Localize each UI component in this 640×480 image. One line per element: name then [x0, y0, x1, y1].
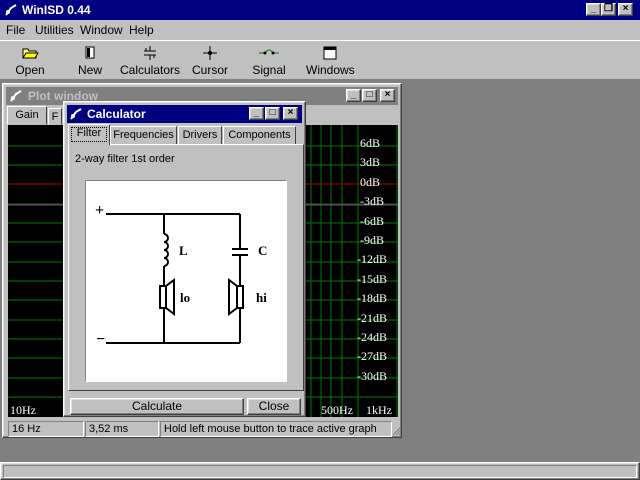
negative-terminal: −: [96, 331, 106, 348]
calculator-title: Calculator: [87, 107, 146, 121]
main-status-panel: [3, 465, 637, 478]
calculator-icon: [144, 46, 156, 60]
plot-close-button[interactable]: ×: [380, 89, 395, 102]
y-tick-label: -21dB: [357, 311, 387, 325]
app-icon: [5, 4, 17, 16]
close-button[interactable]: ×: [618, 3, 633, 16]
schematic-drawing: [106, 213, 248, 344]
restore-button[interactable]: ❐: [601, 3, 616, 16]
status-frequency: 16 Hz: [8, 421, 84, 437]
calc-close-button[interactable]: ×: [283, 107, 298, 120]
tab-gain[interactable]: Gain: [7, 106, 47, 125]
new-document-icon: [85, 46, 95, 59]
cursor-label: Cursor: [192, 63, 229, 77]
app-title: WinISD 0.44: [22, 3, 91, 17]
calculate-button[interactable]: Calculate: [70, 398, 244, 415]
high-driver-label: hi: [256, 290, 267, 305]
x-tick-label: 10Hz: [10, 403, 36, 417]
tab-f[interactable]: F: [48, 108, 62, 125]
app-title-bar: WinISD 0.44 _ ❐ ×: [0, 0, 640, 20]
window-icon: [323, 46, 337, 60]
y-tick-label: 0dB: [360, 175, 381, 189]
plot-minimize-button[interactable]: _: [346, 89, 361, 102]
plot-status-bar: 16 Hz 3,52 ms Hold left mouse button to …: [8, 421, 402, 437]
calculators-button[interactable]: Calculators: [120, 43, 180, 79]
y-tick-label: 3dB: [360, 155, 381, 169]
main-status-bar: [0, 462, 640, 480]
x-tick-label: 500Hz: [321, 403, 353, 417]
calc-maximize-button[interactable]: □: [265, 107, 280, 120]
tab-filter[interactable]: Filter: [68, 124, 110, 145]
y-tick-label: -24dB: [357, 330, 387, 344]
new-button[interactable]: New: [72, 43, 108, 79]
signal-wave-icon: [259, 49, 279, 55]
filter-tab-panel: 2-way filter 1st order + − L C lo hi: [68, 144, 304, 391]
open-label: Open: [15, 63, 45, 77]
new-label: New: [77, 63, 102, 77]
folder-open-icon: [22, 48, 39, 59]
status-time: 3,52 ms: [85, 421, 159, 437]
calculator-title-bar[interactable]: Calculator _ □ ×: [67, 105, 302, 123]
plot-window-icon: [10, 90, 22, 102]
capacitor-label: C: [258, 243, 268, 258]
low-driver-label: lo: [180, 290, 191, 305]
crosshair-icon: [203, 46, 217, 60]
windows-label: Windows: [306, 63, 355, 77]
toolbar: Open New Calculators Cursor Signal gen.: [0, 40, 640, 91]
tab-components[interactable]: Components: [223, 126, 296, 145]
windows-button[interactable]: Windows: [306, 43, 355, 79]
signal-gen-button[interactable]: Signal gen.: [240, 43, 298, 91]
y-tick-label: -30dB: [357, 369, 387, 383]
plot-maximize-button[interactable]: □: [362, 89, 377, 102]
resize-grip-icon[interactable]: [392, 426, 402, 436]
y-tick-label: -6dB: [360, 214, 384, 228]
y-tick-label: -3dB: [360, 194, 384, 208]
tab-drivers[interactable]: Drivers: [178, 126, 222, 145]
y-tick-label: -27dB: [357, 349, 387, 363]
cursor-button[interactable]: Cursor: [192, 43, 228, 79]
y-tick-label: -12dB: [357, 252, 387, 266]
calc-minimize-button[interactable]: _: [249, 107, 264, 120]
status-hint: Hold left mouse button to trace active g…: [160, 421, 392, 437]
y-tick-label: -9dB: [360, 233, 384, 247]
crossover-schematic: + − L C lo hi: [85, 180, 287, 382]
filter-type-label: 2-way filter 1st order: [75, 153, 175, 165]
y-tick-label: -18dB: [357, 291, 387, 305]
x-tick-label: 1kHz: [366, 403, 392, 417]
calculator-window-icon: [70, 108, 82, 120]
menu-bar: File Utilities Window Help: [0, 20, 640, 39]
inductor-label: L: [179, 243, 188, 258]
calculator-window: Calculator _ □ × Filter Frequencies Driv…: [63, 101, 306, 417]
open-button[interactable]: Open: [8, 43, 52, 79]
tab-frequencies[interactable]: Frequencies: [110, 126, 177, 145]
close-dialog-button[interactable]: Close: [247, 398, 301, 415]
menu-window[interactable]: Window: [80, 23, 123, 37]
y-tick-label: 6dB: [360, 136, 381, 150]
menu-file[interactable]: File: [6, 23, 25, 37]
minimize-button[interactable]: _: [586, 3, 601, 16]
positive-terminal: +: [95, 202, 105, 219]
calculators-label: Calculators: [120, 63, 181, 77]
y-tick-label: -15dB: [357, 272, 387, 286]
menu-utilities[interactable]: Utilities: [35, 23, 74, 37]
menu-help[interactable]: Help: [129, 23, 154, 37]
